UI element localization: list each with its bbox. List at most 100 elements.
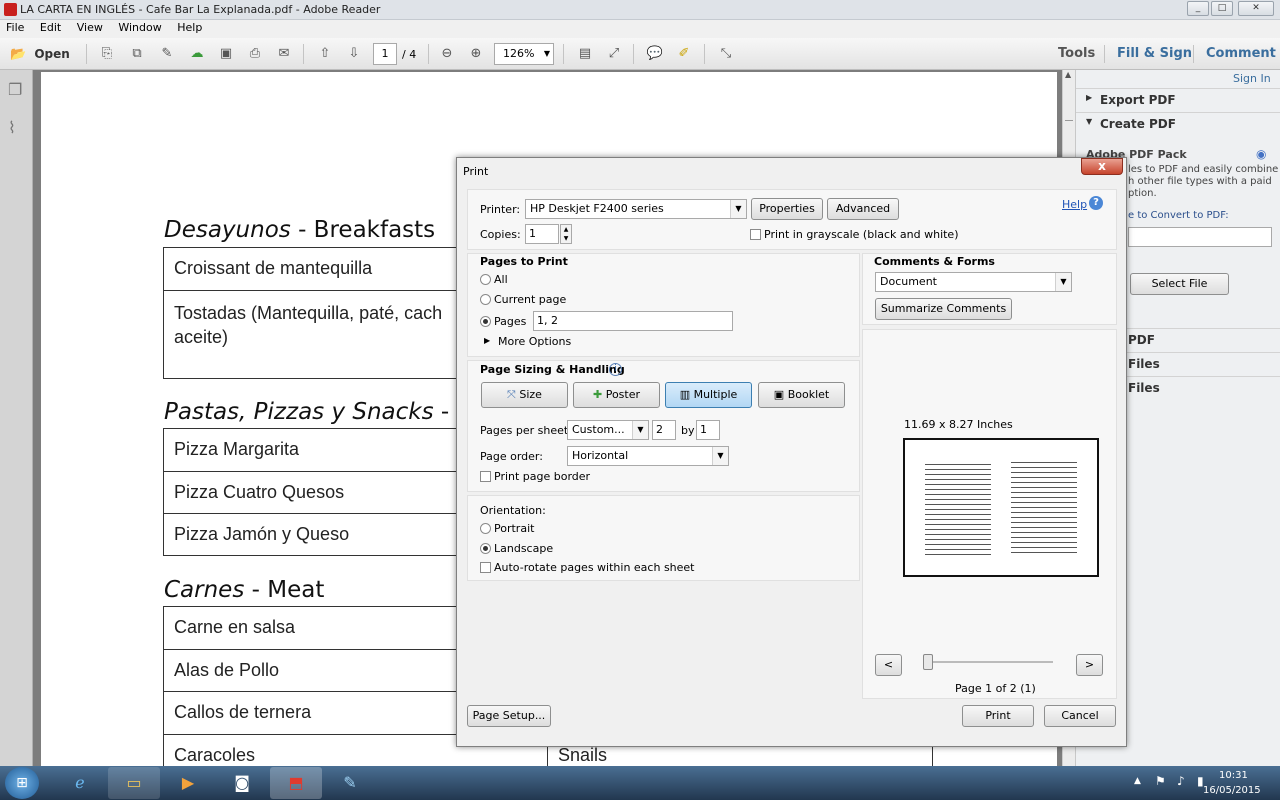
attachment-icon[interactable]: ⌇ — [8, 118, 16, 137]
fit-page-icon[interactable]: ▤ — [574, 43, 596, 65]
combine-icon[interactable]: ⧉ — [126, 43, 148, 65]
print-button[interactable]: Print — [962, 705, 1034, 727]
chevron-down-icon: ▼ — [712, 447, 728, 465]
explorer-folder-icon[interactable]: ▭ — [108, 767, 160, 799]
create-pdf-section[interactable]: ▼ Create PDF — [1076, 112, 1280, 136]
tools-tab[interactable]: Tools — [1058, 46, 1095, 61]
fit-width-icon[interactable]: ⤢ — [603, 43, 625, 65]
minimize-button[interactable]: _ — [1187, 1, 1209, 16]
portrait-radio[interactable] — [480, 523, 491, 534]
landscape-radio[interactable] — [480, 543, 491, 554]
menu-edit[interactable]: Edit — [34, 20, 67, 35]
previous-page-icon[interactable]: ⇧ — [314, 43, 336, 65]
menu-help[interactable]: Help — [171, 20, 208, 35]
menu-window[interactable]: Window — [112, 20, 167, 35]
page-order-select[interactable]: Horizontal ▼ — [567, 446, 729, 466]
upload-icon[interactable]: ☁ — [186, 43, 208, 65]
paint-icon[interactable]: ✎ — [324, 767, 376, 799]
more-options-toggle[interactable]: More Options — [498, 335, 571, 348]
multiple-button[interactable]: ▥ Multiple — [665, 382, 752, 408]
section-heading-breakfasts: Desayunos - Breakfasts — [164, 217, 436, 243]
grayscale-checkbox[interactable] — [750, 229, 761, 240]
print-icon[interactable]: ⎙ — [244, 43, 266, 65]
convert-file-field[interactable] — [1128, 227, 1272, 247]
toolbar-separator — [1193, 45, 1194, 63]
maximize-button[interactable]: □ — [1211, 1, 1233, 16]
pages-per-sheet-select[interactable]: Custom... ▼ — [567, 420, 649, 440]
properties-button[interactable]: Properties — [751, 198, 823, 220]
poster-icon: ✚ — [592, 388, 603, 401]
page-border-checkbox[interactable] — [480, 471, 491, 482]
zoom-out-icon[interactable]: ⊖ — [436, 43, 458, 65]
zoom-in-icon[interactable]: ⊕ — [465, 43, 487, 65]
pages-range-radio[interactable] — [480, 316, 491, 327]
adobe-reader-taskbar-icon[interactable]: ⬒ — [270, 767, 322, 799]
sticky-note-icon[interactable]: 💬 — [644, 43, 666, 65]
pages-icon[interactable]: ❐ — [8, 80, 22, 99]
chevron-right-icon[interactable]: ▶ — [484, 336, 490, 345]
sign-in-link[interactable]: Sign In — [1233, 72, 1271, 85]
previous-preview-button[interactable]: < — [875, 654, 902, 676]
preview-page-indicator: Page 1 of 2 (1) — [955, 682, 1036, 695]
comments-forms-select[interactable]: Document ▼ — [875, 272, 1072, 292]
poster-button[interactable]: ✚ Poster — [573, 382, 660, 408]
help-icon[interactable]: ? — [1089, 196, 1103, 210]
clock-time[interactable]: 10:31 — [1219, 770, 1248, 781]
window-close-button[interactable]: ✕ — [1238, 1, 1274, 16]
select-file-button[interactable]: Select File — [1130, 273, 1229, 295]
start-button[interactable]: ⊞ — [5, 767, 39, 799]
advanced-button[interactable]: Advanced — [827, 198, 899, 220]
summarize-comments-button[interactable]: Summarize Comments — [875, 298, 1012, 320]
copies-stepper[interactable]: ▲ ▼ — [560, 224, 572, 244]
menu-view[interactable]: View — [71, 20, 109, 35]
dialog-close-button[interactable]: x — [1081, 158, 1123, 175]
edit-icon[interactable]: ✎ — [156, 43, 178, 65]
action-center-icon[interactable]: ⚑ — [1155, 774, 1166, 788]
help-link[interactable]: Help — [1062, 198, 1087, 211]
auto-rotate-checkbox[interactable] — [480, 562, 491, 573]
preview-slider[interactable] — [925, 661, 1053, 663]
camera-app-icon[interactable]: ◙ — [216, 767, 268, 799]
cancel-button[interactable]: Cancel — [1044, 705, 1116, 727]
current-page-radio[interactable] — [480, 294, 491, 305]
zoom-select[interactable]: 126% ▼ — [494, 43, 554, 65]
open-button[interactable]: 📂 Open — [8, 43, 72, 65]
menu-file[interactable]: File — [0, 20, 30, 35]
size-button[interactable]: ⤧ Size — [481, 382, 568, 408]
pages-per-sheet-y[interactable]: 1 — [696, 420, 720, 440]
read-mode-icon[interactable]: ⤡ — [715, 43, 737, 65]
create-pdf-icon[interactable]: ⎘ — [96, 43, 118, 65]
tray-arrow-icon[interactable]: ▲ — [1134, 776, 1141, 786]
page-number-input[interactable]: 1 — [373, 43, 397, 65]
toolbar-separator — [1104, 45, 1105, 63]
media-player-icon[interactable]: ▶ — [162, 767, 214, 799]
fill-sign-tab[interactable]: Fill & Sign — [1117, 46, 1192, 61]
preview-slider-thumb[interactable] — [923, 654, 933, 670]
info-icon[interactable]: i — [609, 363, 622, 376]
booklet-button[interactable]: ▣ Booklet — [758, 382, 845, 408]
internet-explorer-icon[interactable]: ℯ — [54, 767, 106, 799]
save-icon[interactable]: ▣ — [215, 43, 237, 65]
info-icon[interactable]: ◉ — [1256, 147, 1266, 161]
page-setup-button[interactable]: Page Setup... — [467, 705, 551, 727]
copies-input[interactable]: 1 — [525, 224, 559, 244]
scroll-up-arrow[interactable]: ▲ — [1065, 70, 1071, 79]
scroll-grip[interactable] — [1065, 120, 1073, 121]
email-icon[interactable]: ✉ — [273, 43, 295, 65]
all-pages-radio[interactable] — [480, 274, 491, 285]
next-preview-button[interactable]: > — [1076, 654, 1103, 676]
toolbar-separator — [704, 44, 705, 64]
comment-tab[interactable]: Comment — [1206, 46, 1276, 61]
menu-bar: File Edit View Window Help — [0, 20, 1280, 38]
printer-select[interactable]: HP Deskjet F2400 series ▼ — [525, 199, 747, 219]
pages-range-input[interactable]: 1, 2 — [533, 311, 733, 331]
multiple-pages-icon: ▥ — [679, 388, 691, 401]
clock-date[interactable]: 16/05/2015 — [1203, 785, 1261, 796]
volume-icon[interactable]: ♪ — [1177, 774, 1185, 788]
folder-icon: 📂 — [10, 47, 27, 62]
export-pdf-section[interactable]: ▶ Export PDF — [1076, 88, 1280, 112]
pages-per-sheet-x[interactable]: 2 — [652, 420, 676, 440]
next-page-icon[interactable]: ⇩ — [343, 43, 365, 65]
highlight-icon[interactable]: ✐ — [673, 43, 695, 65]
section-heading-pastas: Pastas, Pizzas y Snacks - — [164, 399, 450, 425]
